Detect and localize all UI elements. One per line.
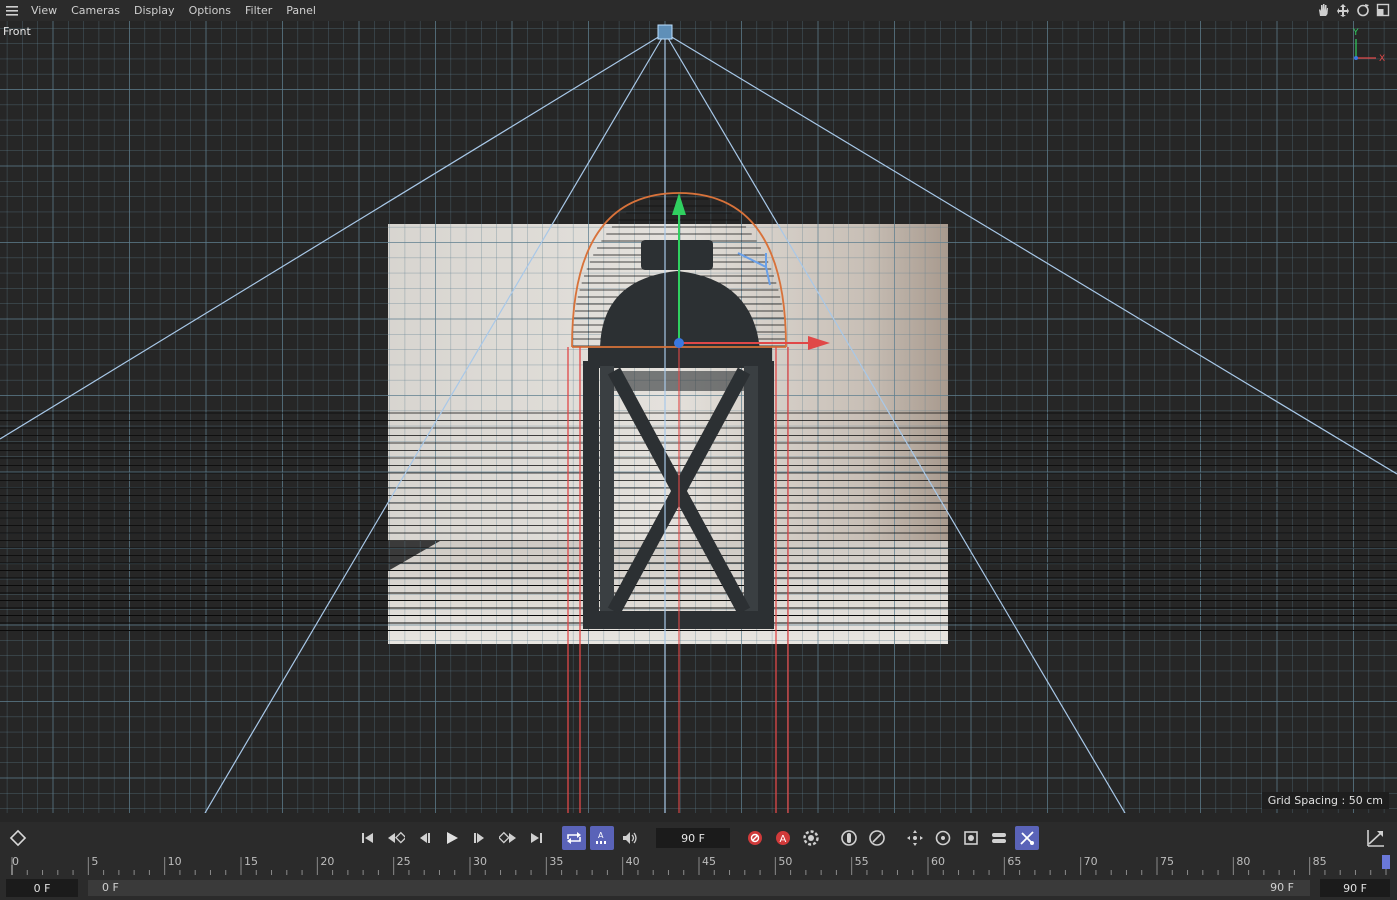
point-level-icon[interactable] (1015, 826, 1039, 850)
end-frame-field[interactable]: 90 F (1320, 879, 1390, 897)
go-to-start-icon[interactable] (356, 826, 380, 850)
current-frame-field[interactable]: 90 F (656, 828, 730, 848)
sound-icon[interactable] (618, 826, 642, 850)
record-icon[interactable] (743, 826, 767, 850)
menu-cameras[interactable]: Cameras (64, 0, 127, 21)
start-frame-field[interactable]: 0 F (6, 879, 78, 897)
rotate-view-icon[interactable] (1355, 2, 1371, 18)
ruler-tick-label: 10 (168, 855, 182, 868)
autokey-icon[interactable]: A (590, 826, 614, 850)
axis-y-label: Y (1352, 28, 1359, 38)
timeline-icon[interactable] (1364, 826, 1388, 850)
previous-frame-icon[interactable] (412, 826, 436, 850)
loop-icon[interactable] (562, 826, 586, 850)
ruler-tick-label: 50 (778, 855, 792, 868)
range-end-label: 90 F (1270, 881, 1294, 894)
ruler-tick-label: 65 (1007, 855, 1021, 868)
rotate-key-icon[interactable] (931, 826, 955, 850)
hamburger-menu-icon[interactable] (0, 0, 24, 21)
menu-panel[interactable]: Panel (279, 0, 323, 21)
menu-display[interactable]: Display (127, 0, 182, 21)
playhead[interactable] (1382, 855, 1390, 869)
viewport-menu-bar: View Cameras Display Options Filter Pane… (0, 0, 1397, 21)
ruler-tick-label: 55 (855, 855, 869, 868)
move-key-icon[interactable] (903, 826, 927, 850)
scale-key-icon[interactable] (865, 826, 889, 850)
range-slider[interactable]: 0 F 90 F (88, 880, 1310, 896)
param-icon[interactable] (959, 826, 983, 850)
ruler-tick-label: 35 (549, 855, 563, 868)
ruler-tick-label: 20 (320, 855, 334, 868)
previous-key-icon[interactable] (384, 826, 408, 850)
hand-icon[interactable] (1315, 2, 1331, 18)
next-frame-icon[interactable] (468, 826, 492, 850)
autokey-record-icon[interactable]: A (771, 826, 795, 850)
view-label: Front (3, 25, 31, 38)
menu-options[interactable]: Options (182, 0, 238, 21)
ruler-tick-label: 25 (397, 855, 411, 868)
key-settings-icon[interactable] (799, 826, 823, 850)
ruler-tick-label: 0 (12, 855, 19, 868)
ruler-tick-label: 30 (473, 855, 487, 868)
timeline-toolbar: A 90 F A (0, 822, 1397, 854)
ruler-tick-label: 60 (931, 855, 945, 868)
ruler-tick-label: 85 (1313, 855, 1327, 868)
ruler-tick-label: 70 (1084, 855, 1098, 868)
keyframe-icon[interactable] (6, 826, 30, 850)
timeline-ruler[interactable]: 0 5 10 15 20 25 30 35 40 45 50 55 60 65 70 75 80 85 (0, 854, 1397, 876)
cinema4d-window: View Cameras Display Options Filter Pane… (0, 0, 1397, 900)
play-icon[interactable] (440, 826, 464, 850)
viewport-scene: Y X (0, 21, 1397, 813)
ruler-tick-label: 5 (91, 855, 98, 868)
ruler-tick-label: 80 (1236, 855, 1250, 868)
range-bar: 0 F 0 F 90 F 90 F (0, 876, 1397, 900)
grid-spacing-label: Grid Spacing : 50 cm (1261, 792, 1389, 809)
ruler-tick-label: 15 (244, 855, 258, 868)
menu-view[interactable]: View (24, 0, 64, 21)
svg-text:A: A (598, 831, 604, 840)
move-view-icon[interactable] (1335, 2, 1351, 18)
ruler-tick-label: 75 (1160, 855, 1174, 868)
next-key-icon[interactable] (496, 826, 520, 850)
go-to-end-icon[interactable] (524, 826, 548, 850)
camera-icon (657, 24, 673, 40)
range-start-label: 0 F (102, 881, 119, 894)
svg-text:A: A (780, 834, 787, 845)
motion-icon[interactable] (837, 826, 861, 850)
ruler-tick-label: 40 (626, 855, 640, 868)
front-viewport[interactable]: Y X Front Grid Spacing : 50 cm (0, 21, 1397, 813)
menu-filter[interactable]: Filter (238, 0, 279, 21)
maximize-icon[interactable] (1375, 2, 1391, 18)
pla-icon[interactable] (987, 826, 1011, 850)
ruler-tick-label: 45 (702, 855, 716, 868)
axis-x-label: X (1379, 54, 1385, 64)
